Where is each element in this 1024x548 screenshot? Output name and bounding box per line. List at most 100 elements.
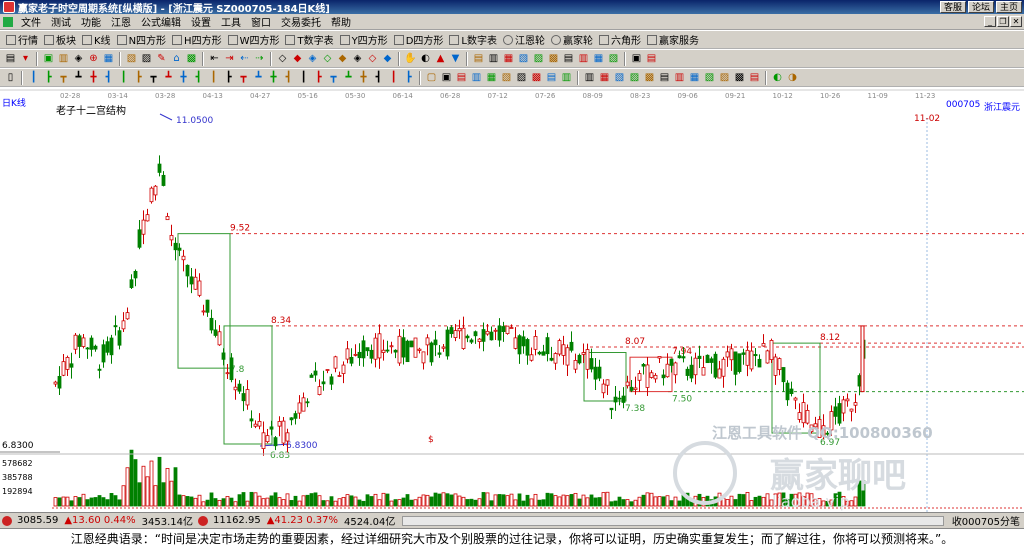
tool-button-icon[interactable]: ▣ <box>630 52 643 65</box>
tool-button-icon[interactable]: ▨ <box>628 71 641 84</box>
tool-button-icon[interactable]: ▦ <box>688 71 701 84</box>
tool-button-icon[interactable]: ▥ <box>560 71 573 84</box>
tool-button-icon[interactable]: ⌂ <box>170 52 183 65</box>
tool-button-icon[interactable]: ┻ <box>162 71 175 84</box>
tool-button-icon[interactable]: ⇢ <box>253 52 266 65</box>
menu-file[interactable]: 文件 <box>16 14 46 29</box>
tool-button-icon[interactable]: ┳ <box>57 71 70 84</box>
tool-button-icon[interactable]: ┫ <box>372 71 385 84</box>
tool-button-icon[interactable]: ▦ <box>592 52 605 65</box>
tool-button-icon[interactable]: ◑ <box>786 71 799 84</box>
toolbar-l-table-button[interactable]: L数字表 <box>446 32 500 47</box>
tool-button-icon[interactable]: ┣ <box>222 71 235 84</box>
tool-button-icon[interactable]: ⇥ <box>223 52 236 65</box>
tool-button-icon[interactable]: ┳ <box>237 71 250 84</box>
tool-button-icon[interactable]: ┫ <box>282 71 295 84</box>
tool-button-icon[interactable]: ╋ <box>267 71 280 84</box>
tool-button-icon[interactable]: ┻ <box>72 71 85 84</box>
tool-button-icon[interactable]: ▨ <box>515 71 528 84</box>
menu-settings[interactable]: 设置 <box>186 14 216 29</box>
tool-button-icon[interactable]: ▦ <box>598 71 611 84</box>
tool-button-icon[interactable]: ┫ <box>102 71 115 84</box>
tool-button-icon[interactable]: ┃ <box>117 71 130 84</box>
tool-button-icon[interactable]: ▧ <box>613 71 626 84</box>
tool-button-icon[interactable]: ◇ <box>321 52 334 65</box>
toolbar-hexagon-button[interactable]: 六角形 <box>596 32 644 47</box>
tool-button-icon[interactable]: ▣ <box>440 71 453 84</box>
tool-button-icon[interactable]: ◇ <box>276 52 289 65</box>
tool-button-icon[interactable]: ▤ <box>748 71 761 84</box>
tool-button-icon[interactable]: ┣ <box>132 71 145 84</box>
tool-button-icon[interactable]: ◐ <box>419 52 432 65</box>
toolbar-quotes-button[interactable]: 行情 <box>3 32 41 47</box>
close-icon[interactable]: ✕ <box>1010 16 1022 27</box>
tool-button-icon[interactable]: ◐ <box>771 71 784 84</box>
tool-button-icon[interactable]: ▥ <box>470 71 483 84</box>
toolbar-winner-wheel-button[interactable]: 赢家轮 <box>548 32 596 47</box>
tool-button-icon[interactable]: ┣ <box>402 71 415 84</box>
tool-button-icon[interactable]: ▩ <box>185 52 198 65</box>
tool-button-icon[interactable]: ▦ <box>502 52 515 65</box>
tick-detail-label[interactable]: 收000705分笔 <box>948 513 1024 528</box>
tool-button-icon[interactable]: ▩ <box>643 71 656 84</box>
tool-button-icon[interactable]: ┣ <box>42 71 55 84</box>
tool-button-icon[interactable]: ┳ <box>147 71 160 84</box>
toolbar-t-table-button[interactable]: T数字表 <box>282 32 336 47</box>
tool-button-icon[interactable]: ▨ <box>532 52 545 65</box>
tool-button-icon[interactable]: ▤ <box>472 52 485 65</box>
toolbar-y-square-button[interactable]: Y四方形 <box>337 32 391 47</box>
menu-trade[interactable]: 交易委托 <box>276 14 326 29</box>
tool-button-icon[interactable]: ▤ <box>4 52 17 65</box>
tool-button-icon[interactable]: ▼ <box>449 52 462 65</box>
tool-button-icon[interactable]: ┃ <box>27 71 40 84</box>
system-menu-icon[interactable] <box>3 16 13 27</box>
tool-button-icon[interactable]: ▥ <box>577 52 590 65</box>
tool-button-icon[interactable]: ┃ <box>297 71 310 84</box>
menu-window[interactable]: 窗口 <box>246 14 276 29</box>
tool-button-icon[interactable]: ┳ <box>327 71 340 84</box>
minimize-icon[interactable]: _ <box>984 16 996 27</box>
tool-button-icon[interactable]: ▨ <box>718 71 731 84</box>
tool-button-icon[interactable]: ▥ <box>57 52 70 65</box>
tool-button-icon[interactable]: ▩ <box>530 71 543 84</box>
tool-button-icon[interactable]: ⇤ <box>208 52 221 65</box>
tool-button-icon[interactable]: ✎ <box>155 52 168 65</box>
tool-button-icon[interactable]: ⊕ <box>87 52 100 65</box>
tool-button-icon[interactable]: ▤ <box>562 52 575 65</box>
tool-button-icon[interactable]: ▥ <box>583 71 596 84</box>
tool-button-icon[interactable]: ✋ <box>404 52 417 65</box>
menu-formula[interactable]: 公式编辑 <box>136 14 186 29</box>
tool-button-icon[interactable]: ▯ <box>4 71 17 84</box>
kline-chart[interactable]: 02-28 03-14 03-28 04-13 04-27 05-16 05-30 06-14… <box>0 88 1024 512</box>
tool-button-icon[interactable]: ▲ <box>434 52 447 65</box>
tool-button-icon[interactable]: ╋ <box>177 71 190 84</box>
tool-button-icon[interactable]: ▥ <box>673 71 686 84</box>
tool-button-icon[interactable]: ▾ <box>19 52 32 65</box>
tool-button-icon[interactable]: ⇠ <box>238 52 251 65</box>
toolbar-d-square-button[interactable]: D四方形 <box>391 32 447 47</box>
tool-button-icon[interactable]: ◈ <box>72 52 85 65</box>
tool-button-icon[interactable]: ┃ <box>207 71 220 84</box>
restore-icon[interactable]: ❐ <box>997 16 1009 27</box>
homepage-button[interactable]: 主页 <box>995 1 1022 13</box>
tool-button-icon[interactable]: ◆ <box>381 52 394 65</box>
tool-button-icon[interactable]: ◆ <box>336 52 349 65</box>
tool-button-icon[interactable]: ▤ <box>545 71 558 84</box>
menu-help[interactable]: 帮助 <box>326 14 356 29</box>
toolbar-service-button[interactable]: 赢家服务 <box>644 32 702 47</box>
tool-button-icon[interactable]: ▨ <box>140 52 153 65</box>
toolbar-kline-button[interactable]: K线 <box>79 32 114 47</box>
tool-button-icon[interactable]: ▧ <box>607 52 620 65</box>
tool-button-icon[interactable]: ◆ <box>291 52 304 65</box>
tool-button-icon[interactable]: ◈ <box>351 52 364 65</box>
toolbar-gann-wheel-button[interactable]: 江恩轮 <box>500 32 548 47</box>
toolbar-sector-button[interactable]: 板块 <box>41 32 79 47</box>
tool-button-icon[interactable]: ┻ <box>252 71 265 84</box>
tool-button-icon[interactable]: ╋ <box>87 71 100 84</box>
tool-button-icon[interactable]: ┣ <box>312 71 325 84</box>
toolbar-n-square-button[interactable]: N四方形 <box>114 32 169 47</box>
tool-button-icon[interactable]: ◈ <box>306 52 319 65</box>
tool-button-icon[interactable]: ▥ <box>487 52 500 65</box>
menu-test[interactable]: 测试 <box>46 14 76 29</box>
menu-tools[interactable]: 工具 <box>216 14 246 29</box>
